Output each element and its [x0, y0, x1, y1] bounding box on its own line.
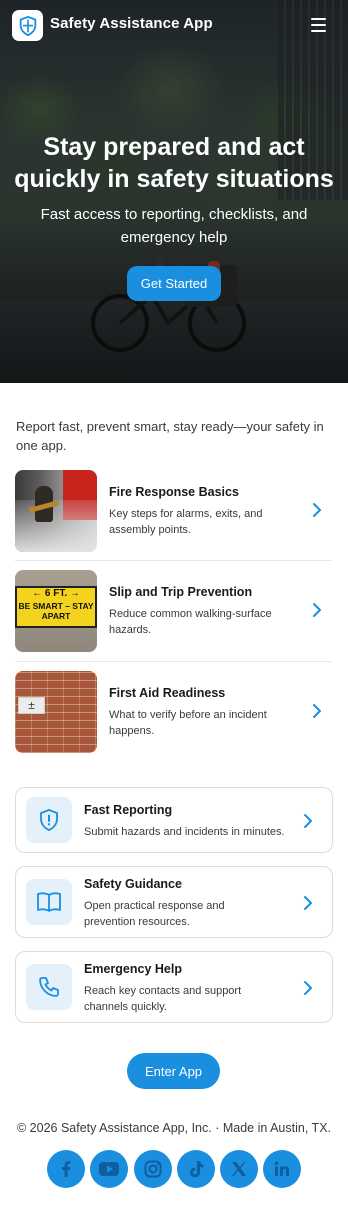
chevron-right-icon[interactable] [303, 813, 313, 829]
phone-icon [26, 964, 72, 1010]
top-navigation-bar: Safety Assistance App [0, 0, 348, 52]
youtube-icon[interactable] [90, 1150, 128, 1188]
chevron-right-icon[interactable] [303, 980, 313, 996]
card-title: Fast Reporting [84, 803, 173, 817]
emergency-help-card[interactable]: Emergency Help Reach key contacts and su… [15, 951, 333, 1023]
sign-text-line2: BE SMART – STAY APART [18, 601, 94, 621]
book-icon [26, 879, 72, 925]
footer-copyright: © 2026 Safety Assistance App, Inc. · Mad… [16, 1121, 331, 1135]
hero-subtitle: Fast access to reporting, checklists, an… [40, 206, 308, 246]
get-started-button[interactable]: Get Started [127, 266, 221, 301]
social-distance-sign-thumbnail: ← 6 FT. → BE SMART – STAY APART [15, 570, 97, 652]
chevron-right-icon[interactable] [312, 502, 322, 518]
card-title: Emergency Help [84, 962, 182, 976]
hero-title: Stay prepared and act quickly in safety … [14, 133, 334, 193]
enter-app-button[interactable]: Enter App [127, 1053, 220, 1089]
chevron-right-icon[interactable] [303, 895, 313, 911]
chevron-right-icon[interactable] [312, 602, 322, 618]
brand-name[interactable]: Safety Assistance App [50, 15, 213, 32]
intro-text: Report fast, prevent smart, stay ready—y… [16, 419, 324, 453]
card-description: Submit hazards and incidents in minutes. [84, 826, 285, 838]
article-description: Reduce common walking-surface hazards. [109, 608, 272, 636]
card-title: Safety Guidance [84, 877, 182, 891]
article-first-aid[interactable]: ± First Aid Readiness What to verify bef… [15, 671, 333, 753]
fire-response-thumbnail [15, 470, 97, 552]
x-icon[interactable] [220, 1150, 258, 1188]
card-description: Reach key contacts and support channels … [84, 985, 242, 1013]
chevron-right-icon[interactable] [312, 703, 322, 719]
sign-text-line1: ← 6 FT. → [32, 588, 80, 599]
divider [15, 560, 332, 561]
hamburger-menu-icon[interactable] [311, 18, 327, 32]
app-logo[interactable] [12, 10, 43, 41]
fast-reporting-card[interactable]: Fast Reporting Submit hazards and incide… [15, 787, 333, 853]
article-fire-response[interactable]: Fire Response Basics Key steps for alarm… [15, 470, 333, 552]
linkedin-icon[interactable] [263, 1150, 301, 1188]
first-aid-box-label: ± [28, 698, 35, 712]
article-description: Key steps for alarms, exits, and assembl… [109, 508, 263, 536]
instagram-icon[interactable] [134, 1150, 172, 1188]
alert-shield-icon [26, 797, 72, 843]
article-description: What to verify before an incident happen… [109, 709, 267, 737]
divider [15, 661, 332, 662]
tiktok-icon[interactable] [177, 1150, 215, 1188]
shield-icon [19, 15, 36, 36]
card-description: Open practical response and prevention r… [84, 900, 225, 928]
facebook-icon[interactable] [47, 1150, 85, 1188]
article-title: Fire Response Basics [109, 485, 239, 499]
safety-guidance-card[interactable]: Safety Guidance Open practical response … [15, 866, 333, 938]
article-title: First Aid Readiness [109, 686, 226, 700]
article-title: Slip and Trip Prevention [109, 585, 253, 599]
article-slip-trip[interactable]: ← 6 FT. → BE SMART – STAY APART Slip and… [15, 570, 333, 652]
brick-wall-thumbnail: ± [15, 671, 97, 753]
